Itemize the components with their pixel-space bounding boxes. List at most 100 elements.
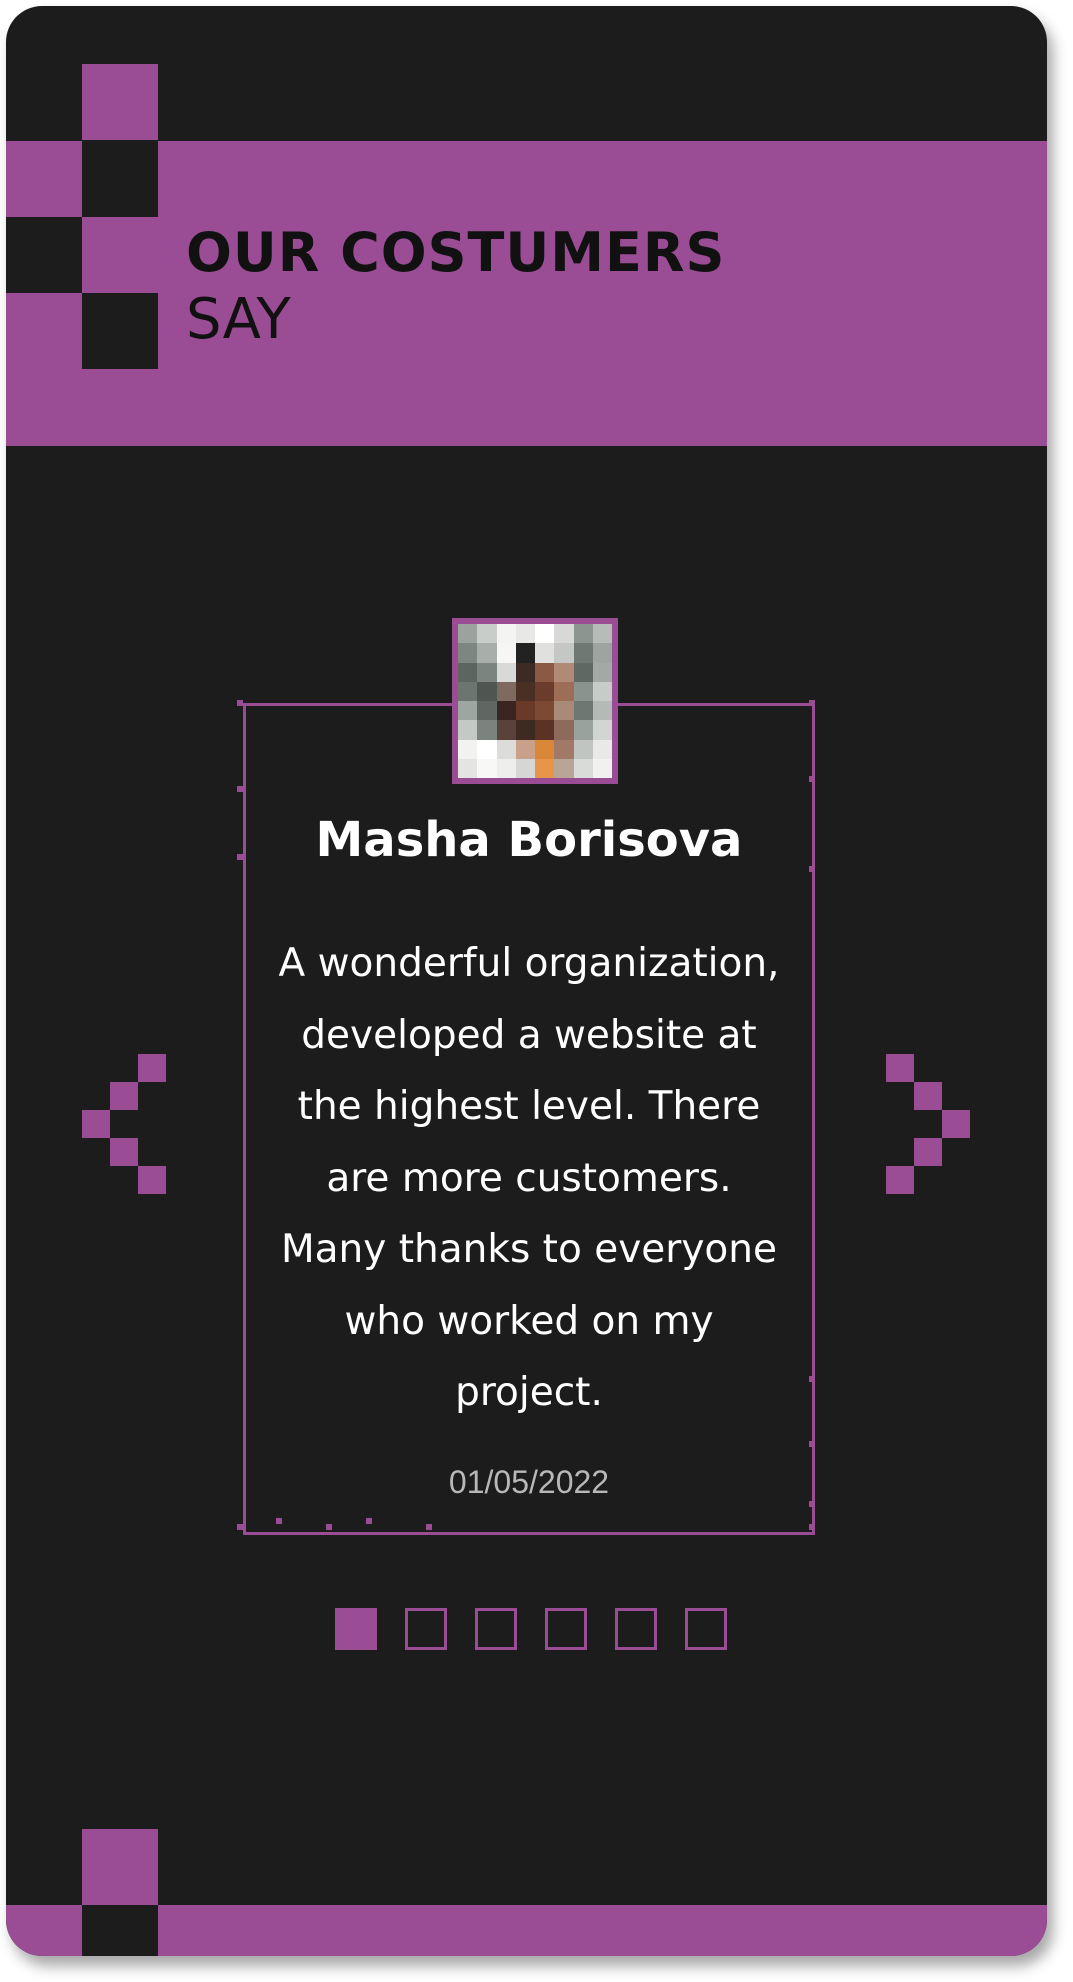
decor-block xyxy=(82,141,158,217)
avatar-pixel xyxy=(477,624,497,644)
avatar-pixel xyxy=(496,758,516,778)
avatar-pixel xyxy=(573,720,593,740)
avatar-pixel xyxy=(477,662,497,682)
avatar-pixel xyxy=(554,758,574,778)
carousel-dot[interactable] xyxy=(545,1608,587,1650)
carousel-dot[interactable] xyxy=(685,1608,727,1650)
avatar-pixel xyxy=(496,643,516,663)
avatar-pixel xyxy=(554,701,574,721)
decor-block xyxy=(82,1829,158,1905)
card-edge-tick xyxy=(237,786,243,792)
avatar-pixel xyxy=(515,701,535,721)
avatar-pixel xyxy=(535,739,555,759)
avatar-pixel xyxy=(458,643,478,663)
card-edge-tick xyxy=(809,1441,815,1447)
card-edge-tick xyxy=(809,1501,815,1507)
avatar-pixel xyxy=(496,624,516,644)
avatar-pixel xyxy=(496,681,516,701)
avatar-pixel xyxy=(554,624,574,644)
carousel-dot[interactable] xyxy=(335,1608,377,1650)
card-edge-tick xyxy=(276,1518,282,1524)
avatar-pixel xyxy=(458,701,478,721)
card-edge-tick xyxy=(366,1518,372,1524)
avatar-pixel xyxy=(515,720,535,740)
avatar-pixel xyxy=(458,758,478,778)
decor-block xyxy=(82,293,158,369)
avatar-pixel xyxy=(573,739,593,759)
avatar-pixel xyxy=(535,624,555,644)
avatar-pixel xyxy=(515,681,535,701)
avatar-pixel xyxy=(592,662,612,682)
card-edge-tick xyxy=(809,776,815,782)
avatar-pixel xyxy=(496,701,516,721)
prev-button[interactable] xyxy=(82,1046,172,1194)
avatar-pixel xyxy=(573,662,593,682)
avatar-pixel xyxy=(458,720,478,740)
avatar-pixel xyxy=(535,758,555,778)
avatar-pixel xyxy=(573,643,593,663)
avatar-pixel xyxy=(477,643,497,663)
avatar-pixel xyxy=(535,701,555,721)
avatar-pixel xyxy=(458,662,478,682)
avatar-pixel xyxy=(554,681,574,701)
card-edge-tick xyxy=(809,1376,815,1382)
avatar-pixel xyxy=(515,739,535,759)
avatar-pixel xyxy=(458,681,478,701)
avatar-pixel xyxy=(554,720,574,740)
avatar-pixel xyxy=(515,758,535,778)
avatar-pixel xyxy=(592,701,612,721)
avatar-pixel xyxy=(458,624,478,644)
avatar-pixel xyxy=(573,701,593,721)
card-corner-tick xyxy=(809,700,815,706)
card-edge-tick xyxy=(326,1524,332,1530)
avatar-pixel xyxy=(477,701,497,721)
avatar-pixel xyxy=(592,681,612,701)
decor-block xyxy=(82,64,158,140)
avatar-pixel xyxy=(554,739,574,759)
card-corner-tick xyxy=(237,1524,243,1530)
avatar-pixel xyxy=(515,643,535,663)
avatar-pixel xyxy=(573,624,593,644)
avatar-pixel xyxy=(573,681,593,701)
avatar-pixel xyxy=(554,662,574,682)
avatar-pixel xyxy=(592,624,612,644)
carousel-dot[interactable] xyxy=(615,1608,657,1650)
testimonial-text: A wonderful organization, developed a we… xyxy=(278,941,780,1415)
testimonials-screen: OUR COSTUMERS SAY Masha Borisova A wonde… xyxy=(6,6,1047,1956)
avatar-pixel xyxy=(477,758,497,778)
card-corner-tick xyxy=(809,1524,815,1530)
avatar-pixel xyxy=(535,720,555,740)
avatar-pixel xyxy=(515,624,535,644)
avatar-pixel xyxy=(477,681,497,701)
avatar-pixel xyxy=(496,720,516,740)
avatar-pixel xyxy=(592,643,612,663)
testimonial-date: 01/05/2022 xyxy=(448,1464,610,1500)
customer-name: Masha Borisova xyxy=(315,812,743,868)
section-title: OUR COSTUMERS SAY xyxy=(186,221,725,355)
avatar-pixel xyxy=(592,739,612,759)
avatar-pixel xyxy=(496,739,516,759)
avatar-pixel xyxy=(477,720,497,740)
carousel-dot[interactable] xyxy=(475,1608,517,1650)
avatar-pixel xyxy=(477,739,497,759)
avatar-pixel xyxy=(535,662,555,682)
avatar-pixel xyxy=(458,739,478,759)
avatar-pixel xyxy=(573,758,593,778)
title-bold: OUR COSTUMERS xyxy=(186,221,726,284)
carousel-dot[interactable] xyxy=(405,1608,447,1650)
decor-block xyxy=(6,217,82,293)
avatar-pixel xyxy=(592,720,612,740)
avatar-pixel xyxy=(592,758,612,778)
avatar-pixel xyxy=(515,662,535,682)
avatar-pixel xyxy=(496,662,516,682)
avatar-pixel xyxy=(535,681,555,701)
decor-block xyxy=(82,1905,158,1956)
footer-band xyxy=(6,1905,1047,1956)
card-edge-tick xyxy=(426,1524,432,1530)
card-corner-tick xyxy=(237,700,243,706)
title-light: SAY xyxy=(186,287,291,352)
avatar xyxy=(452,618,618,784)
avatar-pixel xyxy=(554,643,574,663)
avatar-pixel xyxy=(535,643,555,663)
next-button[interactable] xyxy=(886,1046,976,1194)
